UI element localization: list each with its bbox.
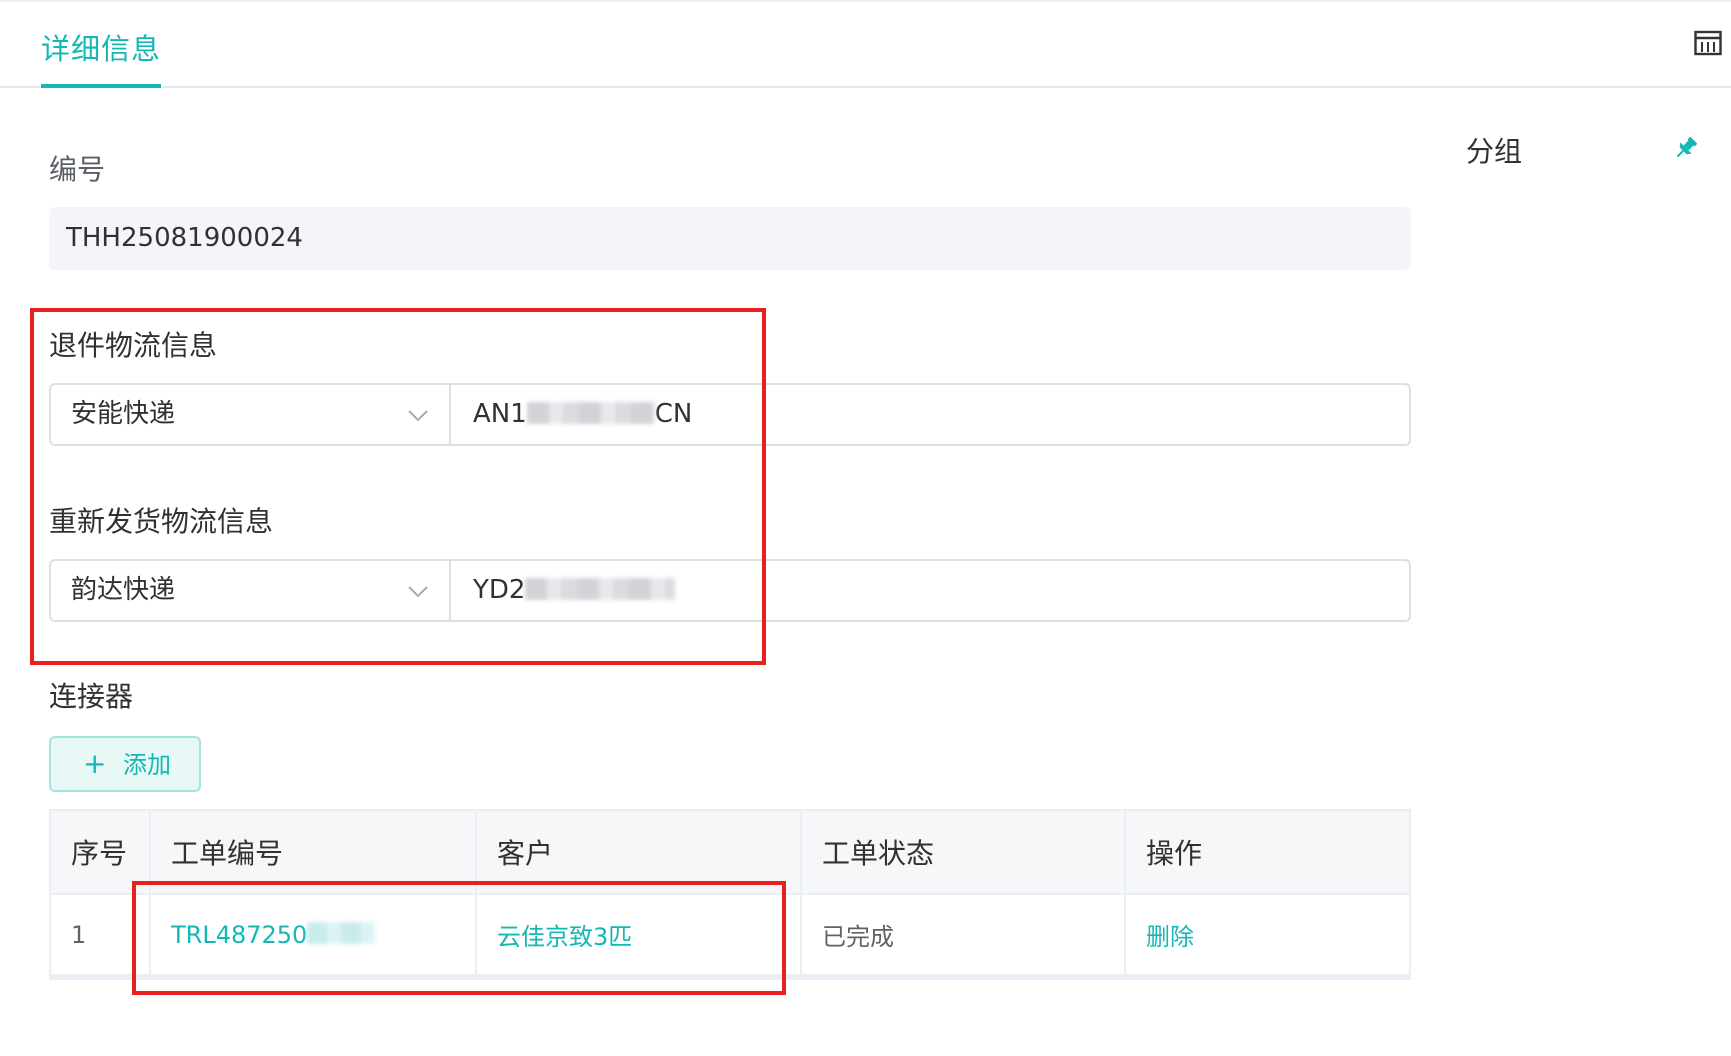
tab-details[interactable]: 详细信息 [41, 26, 162, 88]
reship-tracking-prefix: YD2 [473, 575, 526, 605]
delete-link[interactable]: 删除 [1146, 917, 1194, 952]
row-customer-cell: 云佳京致3匹 [477, 895, 802, 974]
reship-logistics-field: 韵达快递 YD2 [49, 559, 1411, 622]
return-carrier-select[interactable]: 安能快递 [51, 385, 451, 444]
group-title: 分组 [1466, 135, 1523, 168]
tab-bar: 详细信息 [0, 0, 1731, 88]
number-value: THH25081900024 [49, 207, 1411, 270]
table-row: 1 TRL487250 云佳京致3匹 已完成 删除 [51, 895, 1409, 978]
return-tracking-input[interactable]: AN1 CN [453, 385, 1409, 444]
order-no-link[interactable]: TRL487250 [171, 921, 307, 949]
table-header: 序号 工单编号 客户 工单状态 操作 [51, 811, 1409, 895]
layout-grid-icon[interactable] [1694, 30, 1722, 56]
chevron-down-icon [408, 586, 428, 598]
column-header-order-no: 工单编号 [151, 811, 477, 893]
redacted-mask [526, 401, 655, 424]
reship-carrier-value: 韵达快递 [71, 575, 176, 605]
reship-carrier-select[interactable]: 韵达快递 [51, 561, 451, 620]
add-button-label: 添加 [123, 751, 171, 779]
return-tracking-suffix: CN [654, 399, 693, 429]
connector-label: 连接器 [49, 680, 134, 713]
plus-icon: + [83, 747, 107, 780]
connector-table: 序号 工单编号 客户 工单状态 操作 1 TRL487250 云佳京致3匹 已完… [49, 809, 1411, 980]
reship-logistics-label: 重新发货物流信息 [49, 505, 274, 538]
column-header-action: 操作 [1146, 837, 1203, 870]
return-tracking-prefix: AN1 [473, 399, 527, 429]
return-logistics-label: 退件物流信息 [49, 329, 218, 362]
row-index: 1 [51, 895, 151, 974]
redacted-mask [525, 577, 676, 600]
row-action-cell: 删除 [1126, 895, 1409, 974]
number-label: 编号 [49, 153, 106, 186]
pin-icon[interactable] [1672, 134, 1700, 162]
chevron-down-icon [408, 410, 428, 422]
add-button[interactable]: + 添加 [49, 736, 201, 792]
return-carrier-value: 安能快递 [71, 399, 176, 429]
reship-tracking-input[interactable]: YD2 [453, 561, 1409, 620]
row-status: 已完成 [802, 895, 1126, 974]
customer-link[interactable]: 云佳京致3匹 [497, 917, 632, 952]
column-header-index: 序号 [51, 811, 151, 893]
column-header-status: 工单状态 [802, 811, 1126, 893]
row-order-no-cell: TRL487250 [151, 895, 477, 974]
redacted-mask [307, 921, 376, 944]
column-header-customer: 客户 [477, 811, 802, 893]
return-logistics-field: 安能快递 AN1 CN [49, 383, 1411, 446]
